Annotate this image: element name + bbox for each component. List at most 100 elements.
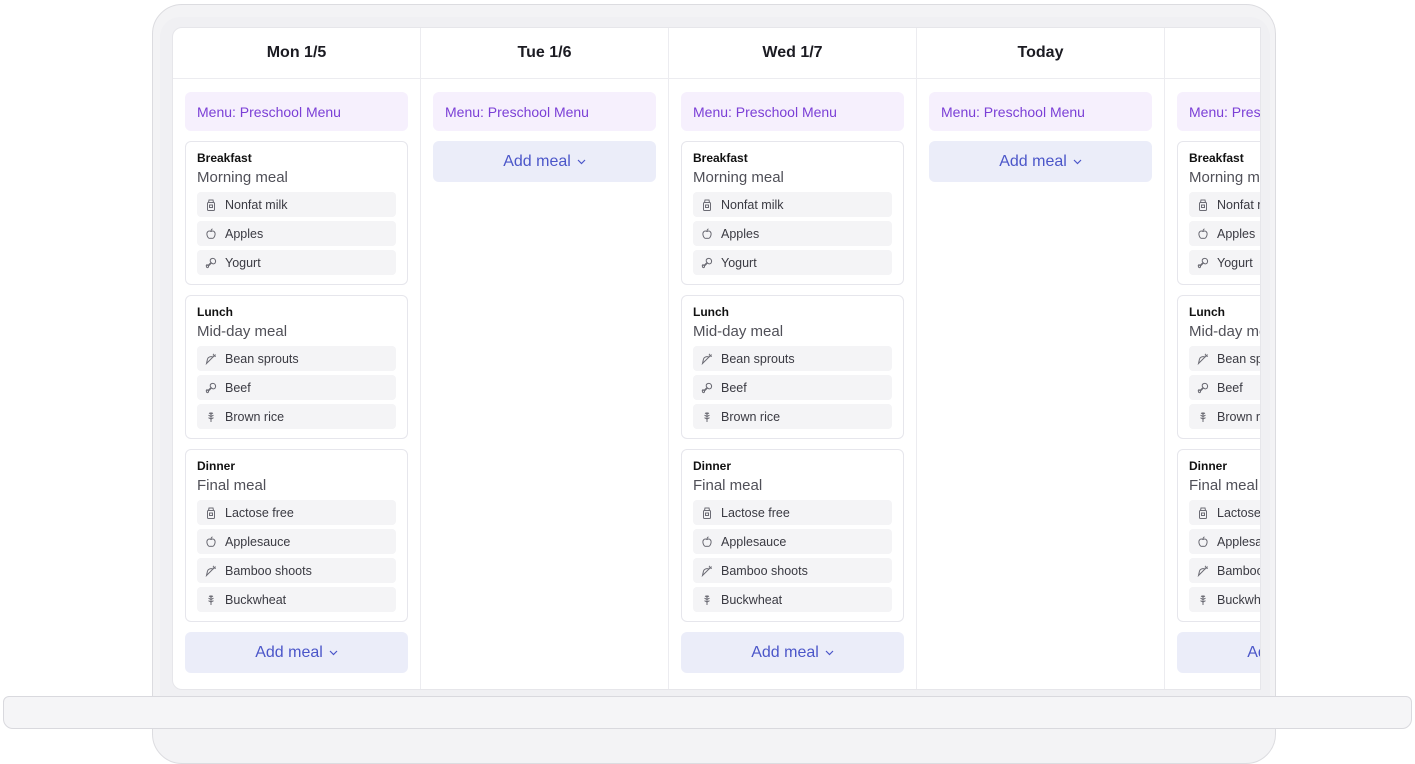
food-item-label: Apples: [225, 226, 264, 241]
food-item-label: Beef: [721, 380, 747, 395]
food-item-label: Nonfat milk: [225, 197, 288, 212]
food-item[interactable]: Brown rice: [693, 404, 892, 429]
food-item[interactable]: Apples: [197, 221, 396, 246]
food-item[interactable]: Lactose free: [693, 500, 892, 525]
menu-banner[interactable]: Menu: Preschool Menu: [185, 92, 408, 131]
food-item-label: Brown rice: [225, 409, 285, 424]
food-item[interactable]: Bean sprouts: [197, 346, 396, 371]
carrot-icon: [701, 353, 721, 365]
milk-icon: [1197, 507, 1217, 519]
meal-card[interactable]: Breakfast Morning meal Nonfat milk Apples Yo…: [185, 141, 408, 285]
food-item-label: Brown rice: [721, 409, 781, 424]
food-item[interactable]: Nonfat milk: [197, 192, 396, 217]
meal-card[interactable]: Lunch Mid-day meal Bean sprouts Beef Brown r…: [185, 295, 408, 439]
food-item[interactable]: Nonfat milk: [1189, 192, 1260, 217]
food-item[interactable]: Beef: [197, 375, 396, 400]
food-item[interactable]: Lactose free: [197, 500, 396, 525]
food-item[interactable]: Buckwheat: [693, 587, 892, 612]
food-item[interactable]: Buckwheat: [1189, 587, 1261, 612]
meal-type: Breakfast: [693, 151, 748, 165]
wheat-icon: [701, 594, 721, 606]
food-item[interactable]: Bean sprouts: [693, 346, 892, 371]
food-item[interactable]: Buckwheat: [197, 587, 396, 612]
food-item[interactable]: Yogurt: [1189, 250, 1260, 275]
drumstick-icon: [701, 257, 721, 269]
wheat-icon: [205, 594, 225, 606]
milk-icon: [205, 507, 225, 519]
food-item[interactable]: Applesauce: [1189, 529, 1260, 554]
menu-banner[interactable]: Menu: Preschool Menu: [1177, 92, 1260, 131]
menu-banner[interactable]: Menu: Preschool Menu: [681, 92, 904, 131]
food-item-label: Applesauce: [225, 534, 291, 549]
menu-banner[interactable]: Menu: Preschool Menu: [433, 92, 656, 131]
food-item[interactable]: Bean sprouts: [1189, 346, 1260, 371]
drumstick-icon: [205, 257, 225, 269]
add-meal-button[interactable]: Add meal: [433, 141, 656, 182]
day-column: Tue 1/6 Menu: Preschool Menu Add meal: [421, 28, 669, 689]
food-item[interactable]: Bamboo shoots: [197, 558, 396, 583]
meal-description: Morning meal: [1189, 169, 1260, 186]
meal-type: Dinner: [693, 459, 732, 473]
add-meal-button[interactable]: Add meal: [185, 632, 408, 673]
meal-card[interactable]: Lunch Mid-day meal Bean sprouts Beef Brown r…: [681, 295, 904, 439]
day-column: Mon 1/5 Menu: Preschool Menu Breakfast Morn…: [173, 28, 421, 689]
food-item-label: Buckwheat: [721, 592, 783, 607]
milk-icon: [701, 507, 721, 519]
add-meal-label: Add meal: [503, 152, 571, 170]
food-item[interactable]: Apples: [693, 221, 892, 246]
milk-icon: [205, 199, 225, 211]
food-item[interactable]: Beef: [693, 375, 892, 400]
meal-card[interactable]: Dinner Final meal Lactose free Applesauce Ba…: [681, 449, 904, 622]
meal-card[interactable]: Dinner Final meal Lactose free Applesauce Ba…: [1177, 449, 1261, 622]
meal-card[interactable]: Dinner Final meal Lactose free Applesauce Ba…: [185, 449, 408, 622]
food-item[interactable]: Nonfat milk: [693, 192, 892, 217]
day-header: Today: [917, 28, 1164, 79]
food-item-label: Lactose free: [721, 505, 790, 520]
meal-card[interactable]: Breakfast Morning meal Nonfat milk Apples Yo…: [1177, 141, 1260, 285]
food-item[interactable]: Yogurt: [197, 250, 396, 275]
food-item-label: Bamboo shoots: [225, 563, 312, 578]
add-meal-button[interactable]: Add meal: [681, 632, 904, 673]
drumstick-icon: [205, 382, 225, 394]
add-meal-label: Add meal: [751, 643, 819, 661]
meal-type: Breakfast: [1189, 151, 1244, 165]
food-item-label: Buckwheat: [1217, 592, 1261, 607]
food-item[interactable]: Yogurt: [693, 250, 892, 275]
apple-icon: [701, 535, 721, 548]
apple-icon: [1197, 535, 1217, 548]
meal-card[interactable]: Breakfast Morning meal Nonfat milk Apples Yo…: [681, 141, 904, 285]
chevron-down-icon: [577, 159, 586, 164]
meal-type: Lunch: [1189, 305, 1225, 319]
food-item[interactable]: Applesauce: [197, 529, 396, 554]
add-meal-button[interactable]: Add meal: [929, 141, 1152, 182]
carrot-icon: [1197, 353, 1217, 365]
food-item[interactable]: Brown rice: [197, 404, 396, 429]
day-body: Menu: Preschool Menu Add meal: [421, 79, 668, 182]
meal-card[interactable]: Lunch Mid-day meal Bean sprouts Beef Brown r…: [1177, 295, 1260, 439]
food-item-label: Bean sprouts: [1217, 351, 1260, 366]
wheat-icon: [1197, 594, 1217, 606]
meal-description: Final meal: [693, 477, 763, 494]
food-item[interactable]: Brown rice: [1189, 404, 1260, 429]
food-item[interactable]: Bamboo shoots: [693, 558, 892, 583]
meal-planner-screen: Mon 1/5 Menu: Preschool Menu Breakfast Morn…: [172, 27, 1261, 690]
food-item-label: Yogurt: [1217, 255, 1253, 270]
meal-type: Dinner: [197, 459, 236, 473]
food-item[interactable]: Apples: [1189, 221, 1260, 246]
carrot-icon: [701, 565, 721, 577]
food-item[interactable]: Beef: [1189, 375, 1260, 400]
food-item-label: Apples: [1217, 226, 1256, 241]
food-item-label: Applesauce: [721, 534, 787, 549]
wheat-icon: [205, 411, 225, 423]
food-item[interactable]: Bamboo shoots: [1189, 558, 1260, 583]
apple-icon: [701, 227, 721, 240]
add-meal-button[interactable]: Add meal: [1177, 632, 1260, 673]
chevron-down-icon: [825, 650, 834, 655]
food-item[interactable]: Applesauce: [693, 529, 892, 554]
food-item[interactable]: Lactose free: [1189, 500, 1260, 525]
menu-banner[interactable]: Menu: Preschool Menu: [929, 92, 1152, 131]
drumstick-icon: [701, 382, 721, 394]
drumstick-icon: [1197, 382, 1217, 394]
day-header: Tue 1/6: [421, 28, 668, 79]
milk-icon: [701, 199, 721, 211]
